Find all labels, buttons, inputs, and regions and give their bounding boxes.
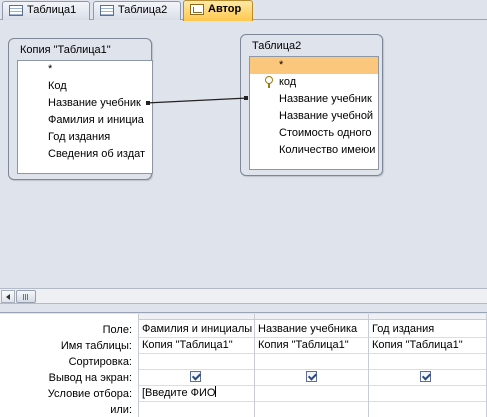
show-cell[interactable] — [139, 370, 254, 386]
field-cell[interactable]: Название учебника — [255, 322, 368, 338]
criteria-cell[interactable] — [255, 386, 368, 402]
tab-label: Таблица2 — [118, 4, 168, 16]
document-tabs: Таблица1 Таблица2 Автор — [0, 0, 487, 21]
grid-column: Год издания Копия "Таблица1" — [369, 314, 486, 417]
show-cell[interactable] — [369, 370, 486, 386]
table-cell[interactable]: Копия "Таблица1" — [369, 338, 486, 354]
query-design-grid: Поле: Имя таблицы: Сортировка: Вывод на … — [0, 314, 487, 417]
row-label-sort: Сортировка: — [68, 356, 132, 368]
grid-row-labels: Поле: Имя таблицы: Сортировка: Вывод на … — [0, 314, 139, 417]
row-label-or: или: — [110, 404, 132, 416]
tab-label: Автор — [208, 3, 242, 15]
row-label-criteria: Условие отбора: — [47, 388, 132, 400]
or-cell[interactable] — [255, 402, 368, 417]
row-label-table: Имя таблицы: — [60, 340, 132, 352]
column-selector[interactable] — [369, 314, 486, 320]
row-label-show: Вывод на экран: — [48, 372, 132, 384]
field-cell[interactable]: Фамилия и инициалы — [139, 322, 254, 338]
table-icon — [9, 5, 23, 16]
or-cell[interactable] — [139, 402, 254, 417]
query-icon — [190, 4, 204, 15]
sort-cell[interactable] — [369, 354, 486, 370]
text-cursor — [215, 386, 217, 397]
show-checkbox[interactable] — [190, 371, 201, 382]
horizontal-scrollbar[interactable] — [0, 288, 487, 304]
tab-author-query[interactable]: Автор — [183, 0, 253, 21]
table-icon — [100, 5, 114, 16]
scroll-thumb[interactable] — [16, 290, 36, 303]
table-cell[interactable]: Копия "Таблица1" — [139, 338, 254, 354]
tab-table2[interactable]: Таблица2 — [93, 1, 181, 20]
grid-column: Название учебника Копия "Таблица1" — [255, 314, 369, 417]
criteria-value: [Введите ФИО — [142, 387, 216, 399]
column-selector[interactable] — [255, 314, 368, 320]
relationship-line[interactable] — [0, 21, 487, 288]
sort-cell[interactable] — [139, 354, 254, 370]
criteria-cell[interactable] — [369, 386, 486, 402]
grid-column: Фамилия и инициалы Копия "Таблица1" [Вве… — [139, 314, 255, 417]
show-cell[interactable] — [255, 370, 368, 386]
scroll-left-arrow-icon[interactable] — [1, 290, 15, 303]
query-design-area[interactable]: Копия "Таблица1" * Код Название учебник … — [0, 21, 487, 288]
table-cell[interactable]: Копия "Таблица1" — [255, 338, 368, 354]
tab-table1[interactable]: Таблица1 — [2, 1, 90, 20]
sort-cell[interactable] — [255, 354, 368, 370]
show-checkbox[interactable] — [306, 371, 317, 382]
tab-label: Таблица1 — [27, 4, 77, 16]
field-cell[interactable]: Год издания — [369, 322, 486, 338]
pane-splitter[interactable] — [0, 304, 487, 313]
criteria-cell[interactable]: [Введите ФИО — [139, 386, 254, 402]
or-cell[interactable] — [369, 402, 486, 417]
column-selector[interactable] — [139, 314, 254, 320]
show-checkbox[interactable] — [420, 371, 431, 382]
row-label-field: Поле: — [102, 324, 132, 336]
